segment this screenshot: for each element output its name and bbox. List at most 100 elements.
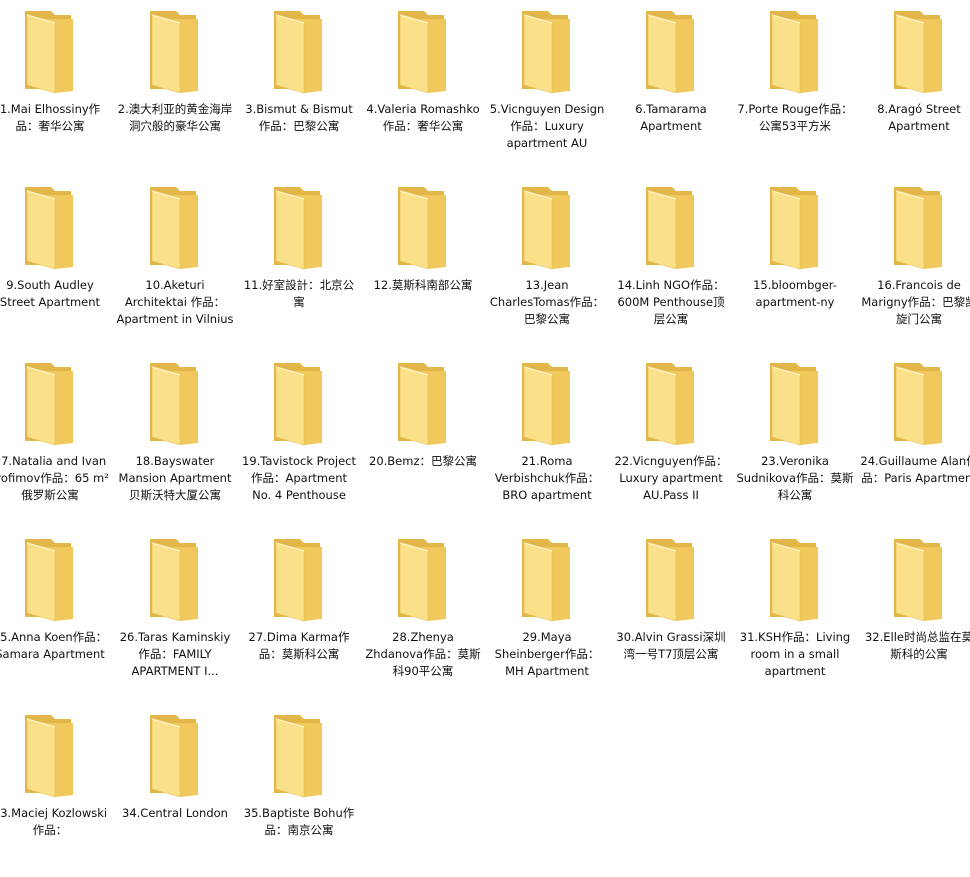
folder-label: 4.Valeria Romashko作品：奢华公寓 [366,102,480,133]
folder-label: 28.Zhenya Zhdanova作品：莫斯科90平公寓 [365,630,481,678]
folder-item[interactable]: 1.Mai Elhossiny作品：奢华公寓 [0,5,112,173]
folder-icon [150,539,198,622]
folder-label: 2.澳大利亚的黄金海岸洞穴般的豪华公寓 [117,102,233,133]
folder-icon [274,539,322,622]
folder-icon [274,715,322,798]
folder-item[interactable]: 24.Guillaume Alan作品：Paris Apartment [857,357,970,525]
folder-icon [646,187,694,270]
folder-item[interactable]: 31.KSH作品：Living room in a small apartmen… [733,533,857,701]
folder-item[interactable]: 13.Jean CharlesTomas作品：巴黎公寓 [485,181,609,349]
folder-label: 26.Taras Kaminskiy作品：FAMILY APARTMENT I.… [119,630,231,678]
folder-label: 10.Aketuri Architektai 作品：Apartment in V… [116,278,234,326]
folder-icon [274,363,322,446]
folder-label: 15.bloombger-apartment-ny [753,278,837,309]
folder-icon [398,11,446,94]
folder-item[interactable]: 35.Baptiste Bohu作品：南京公寓 [237,709,361,877]
folder-icon [770,539,818,622]
folder-item[interactable]: 9.South Audley Street Apartment [0,181,112,349]
folder-label: 22.Vicnguyen作品：Luxury apartment AU.Pass … [614,454,728,502]
folder-label: 33.Maciej Kozlowski作品： [0,806,108,837]
folder-item[interactable]: 5.Vicnguyen Design作品：Luxury apartment AU [485,5,609,173]
folder-label: 18.Bayswater Mansion Apartment贝斯沃特大厦公寓 [118,454,232,502]
folder-label: 14.Linh NGO作品：600M Penthouse顶层公寓 [617,278,725,326]
folder-icon [770,11,818,94]
folder-icon [150,11,198,94]
folder-icon [398,187,446,270]
folder-label: 9.South Audley Street Apartment [0,278,101,309]
folder-icon [646,363,694,446]
folder-label: 34.Central London [122,806,228,820]
folder-icon [25,363,73,446]
folder-item[interactable]: 10.Aketuri Architektai 作品：Apartment in V… [113,181,237,349]
folder-icon [25,715,73,798]
folder-item[interactable]: 17.Natalia and Ivan Trofimov作品：65 m² 俄罗斯… [0,357,112,525]
folder-label: 17.Natalia and Ivan Trofimov作品：65 m² 俄罗斯… [0,454,109,502]
folder-grid: 1.Mai Elhossiny作品：奢华公寓 2.澳大利亚的黄金海岸洞穴般的豪华… [0,0,970,837]
folder-item[interactable]: 32.Elle时尚总监在莫斯科的公寓 [857,533,970,701]
folder-label: 23.Veronika Sudnikova作品：莫斯科公寓 [736,454,854,502]
folder-icon [274,11,322,94]
folder-icon [150,715,198,798]
folder-item[interactable]: 7.Porte Rouge作品：公寓53平方米 [733,5,857,173]
folder-label: 1.Mai Elhossiny作品：奢华公寓 [0,102,101,133]
folder-item[interactable]: 25.Anna Koen作品：Samara Apartment [0,533,112,701]
folder-item[interactable]: 18.Bayswater Mansion Apartment贝斯沃特大厦公寓 [113,357,237,525]
folder-item[interactable]: 27.Dima Karma作品：莫斯科公寓 [237,533,361,701]
folder-icon [522,11,570,94]
folder-item[interactable]: 3.Bismut & Bismut作品：巴黎公寓 [237,5,361,173]
folder-item[interactable]: 26.Taras Kaminskiy作品：FAMILY APARTMENT I.… [113,533,237,701]
folder-item[interactable]: 30.Alvin Grassi深圳湾一号T7顶层公寓 [609,533,733,701]
folder-icon [274,187,322,270]
folder-label: 32.Elle时尚总监在莫斯科的公寓 [864,630,970,661]
folder-icon [894,187,942,270]
folder-label: 35.Baptiste Bohu作品：南京公寓 [243,806,355,837]
folder-icon [522,539,570,622]
folder-icon [25,11,73,94]
folder-icon [894,539,942,622]
folder-icon [646,539,694,622]
folder-item[interactable]: 34.Central London [113,709,237,877]
folder-label: 20.Bemz：巴黎公寓 [369,454,477,468]
folder-item[interactable]: 2.澳大利亚的黄金海岸洞穴般的豪华公寓 [113,5,237,173]
folder-icon [522,187,570,270]
folder-item[interactable]: 14.Linh NGO作品：600M Penthouse顶层公寓 [609,181,733,349]
folder-item[interactable]: 33.Maciej Kozlowski作品： [0,709,112,877]
folder-item[interactable]: 22.Vicnguyen作品：Luxury apartment AU.Pass … [609,357,733,525]
folder-item[interactable]: 29.Maya Sheinberger作品：MH Apartment [485,533,609,701]
folder-item[interactable]: 12.莫斯科南部公寓 [361,181,485,349]
folder-label: 12.莫斯科南部公寓 [373,278,473,292]
folder-label: 29.Maya Sheinberger作品：MH Apartment [494,630,600,678]
folder-label: 19.Tavistock Project作品：Apartment No. 4 P… [242,454,356,502]
folder-icon [150,187,198,270]
folder-label: 24.Guillaume Alan作品：Paris Apartment [860,454,970,485]
folder-icon [25,539,73,622]
folder-item[interactable]: 4.Valeria Romashko作品：奢华公寓 [361,5,485,173]
folder-item[interactable]: 21.Roma Verbishchuk作品：BRO apartment [485,357,609,525]
folder-icon [398,363,446,446]
folder-label: 13.Jean CharlesTomas作品：巴黎公寓 [489,278,605,326]
folder-label: 7.Porte Rouge作品：公寓53平方米 [737,102,853,133]
folder-item[interactable]: 23.Veronika Sudnikova作品：莫斯科公寓 [733,357,857,525]
folder-item[interactable]: 6.Tamarama Apartment [609,5,733,173]
folder-icon [770,363,818,446]
folder-label: 27.Dima Karma作品：莫斯科公寓 [248,630,350,661]
folder-item[interactable]: 11.好室設計：北京公寓 [237,181,361,349]
folder-item[interactable]: 20.Bemz：巴黎公寓 [361,357,485,525]
folder-icon [150,363,198,446]
folder-icon [25,187,73,270]
folder-icon [894,11,942,94]
folder-label: 25.Anna Koen作品：Samara Apartment [0,630,108,661]
folder-item[interactable]: 19.Tavistock Project作品：Apartment No. 4 P… [237,357,361,525]
folder-icon [522,363,570,446]
folder-item[interactable]: 15.bloombger-apartment-ny [733,181,857,349]
folder-item[interactable]: 16.Francois de Marigny作品：巴黎凯旋门公寓 [857,181,970,349]
folder-icon [398,539,446,622]
folder-label: 11.好室設計：北京公寓 [243,278,355,309]
folder-icon [770,187,818,270]
folder-item[interactable]: 8.Aragó Street Apartment [857,5,970,173]
folder-label: 30.Alvin Grassi深圳湾一号T7顶层公寓 [616,630,726,661]
folder-label: 16.Francois de Marigny作品：巴黎凯旋门公寓 [861,278,970,326]
folder-label: 6.Tamarama Apartment [635,102,707,133]
folder-item[interactable]: 28.Zhenya Zhdanova作品：莫斯科90平公寓 [361,533,485,701]
folder-icon [894,363,942,446]
